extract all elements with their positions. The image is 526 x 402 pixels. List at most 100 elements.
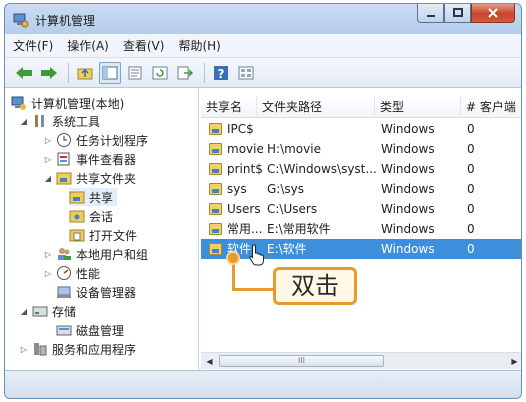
expanded-arrow-icon[interactable]: ◢ — [43, 174, 53, 183]
properties-icon[interactable] — [124, 62, 146, 84]
collapsed-arrow-icon[interactable]: ▷ — [43, 250, 53, 259]
column-header-share-name[interactable]: 共享名 — [201, 96, 257, 118]
up-folder-icon[interactable] — [74, 62, 96, 84]
tree-item-device-manager[interactable]: 设备管理器 — [56, 283, 136, 301]
event-viewer-icon — [56, 151, 72, 167]
view-icon[interactable] — [235, 62, 257, 84]
share-icon — [209, 123, 222, 135]
clients-cell: 0 — [467, 182, 475, 196]
computer-management-icon — [11, 95, 27, 111]
collapsed-arrow-icon[interactable]: ▷ — [19, 345, 29, 354]
menu-help[interactable]: 帮助(H) — [178, 37, 220, 54]
minimize-button[interactable] — [417, 4, 444, 23]
tree-item-shares[interactable]: 共享 — [69, 188, 118, 206]
tree-item-task-scheduler[interactable]: ▷ 任务计划程序 — [43, 131, 148, 149]
open-files-icon — [69, 227, 85, 243]
computer-management-icon — [13, 12, 29, 28]
device-manager-icon — [56, 284, 72, 300]
collapsed-arrow-icon[interactable]: ▷ — [43, 269, 53, 278]
clients-cell: 0 — [467, 222, 475, 236]
list-header: 共享名 文件夹路径 类型 # 客户端 — [201, 96, 521, 118]
tree-item-label: 设备管理器 — [76, 285, 137, 300]
table-row[interactable]: movie H:\movie Windows 0 — [201, 139, 521, 159]
forward-arrow-icon[interactable] — [38, 62, 60, 84]
folder-path-cell: E:\常用软件 — [267, 222, 331, 236]
content-area: 计算机管理(本地) ◢ 系统工具 ▷ 任务计划程序 ▷ 事件查看器 ◢ 共享文件… — [5, 88, 521, 370]
tree-item-open-files[interactable]: 打开文件 — [69, 226, 137, 244]
window-title: 计算机管理 — [35, 14, 96, 28]
folder-path-cell: H:\movie — [267, 142, 321, 156]
users-icon — [56, 246, 72, 262]
menu-view[interactable]: 查看(V) — [123, 37, 165, 54]
tree-item-system-tools[interactable]: ◢ 系统工具 — [19, 112, 100, 130]
scroll-thumb[interactable]: III — [219, 355, 384, 367]
export-icon[interactable] — [174, 62, 196, 84]
shares-list: 共享名 文件夹路径 类型 # 客户端 IPC$ Windows 0 movie … — [201, 88, 521, 370]
share-name-cell: movie — [227, 142, 263, 156]
share-icon — [69, 189, 85, 205]
share-name-cell: IPC$ — [227, 122, 254, 136]
help-icon[interactable]: ? — [210, 62, 232, 84]
type-cell: Windows — [381, 202, 435, 216]
clients-cell: 0 — [467, 202, 475, 216]
disk-icon — [56, 322, 72, 338]
collapsed-arrow-icon[interactable]: ▷ — [43, 136, 53, 145]
tree-item-label: 打开文件 — [89, 228, 138, 243]
show-tree-icon[interactable] — [99, 61, 121, 84]
column-header-folder-path[interactable]: 文件夹路径 — [257, 96, 375, 118]
tree-item-event-viewer[interactable]: ▷ 事件查看器 — [43, 150, 136, 168]
hand-cursor-icon — [249, 244, 264, 266]
folder-path-cell — [263, 119, 373, 139]
scroll-left-arrow-icon[interactable]: ◀ — [201, 353, 218, 370]
clients-cell: 0 — [467, 242, 475, 256]
folder-path-cell: G:\sys — [267, 182, 304, 196]
toolbar: ? — [5, 58, 521, 88]
tree-item-label: 事件查看器 — [76, 152, 137, 167]
type-cell: Windows — [381, 162, 435, 176]
tree-item-disk-management[interactable]: 磁盘管理 — [56, 321, 124, 339]
title-bar[interactable]: 计算机管理 — [5, 4, 521, 34]
expanded-arrow-icon[interactable]: ◢ — [19, 117, 29, 126]
tree-item-computer-management[interactable]: 计算机管理(本地) — [11, 94, 124, 112]
callout-label: 双击 — [273, 267, 357, 305]
tree-item-local-users-groups[interactable]: ▷ 本地用户和组 — [43, 245, 148, 263]
tree-item-label: 任务计划程序 — [76, 133, 149, 148]
tree-item-sessions[interactable]: 会话 — [69, 207, 113, 225]
folder-path-cell: E:\软件 — [267, 242, 307, 256]
table-row[interactable]: print$ C:\Windows\syst... Windows 0 — [201, 159, 521, 179]
menu-action[interactable]: 操作(A) — [67, 37, 109, 54]
tree-item-label: 本地用户和组 — [76, 247, 149, 262]
maximize-button[interactable] — [444, 4, 471, 23]
table-row[interactable]: IPC$ Windows 0 — [201, 119, 521, 139]
tree-item-services-applications[interactable]: ▷ 服务和应用程序 — [19, 340, 136, 358]
menu-file[interactable]: 文件(F) — [13, 37, 53, 54]
type-cell: Windows — [381, 122, 435, 136]
refresh-icon[interactable] — [149, 62, 171, 84]
tree-item-performance[interactable]: ▷ 性能 — [43, 264, 100, 282]
column-header-type[interactable]: 类型 — [375, 96, 461, 118]
share-name-cell: 常用... — [227, 222, 263, 236]
session-icon — [69, 208, 85, 224]
share-name-cell: sys — [227, 182, 247, 196]
folder-path-cell: C:\Users — [267, 202, 318, 216]
svg-text:?: ? — [218, 67, 225, 81]
clients-cell: 0 — [467, 142, 475, 156]
type-cell: Windows — [381, 142, 435, 156]
tree-item-label: 存储 — [52, 304, 77, 319]
table-row[interactable]: 常用... E:\常用软件 Windows 0 — [201, 219, 521, 239]
tree-item-label: 系统工具 — [52, 114, 101, 129]
horizontal-scrollbar[interactable]: ◀ III ▶ — [201, 352, 521, 370]
collapsed-arrow-icon[interactable]: ▷ — [43, 155, 53, 164]
close-button[interactable] — [471, 4, 515, 23]
table-row[interactable]: sys G:\sys Windows 0 — [201, 179, 521, 199]
folder-path-cell: C:\Windows\syst... — [267, 162, 377, 176]
table-row[interactable]: Users C:\Users Windows 0 — [201, 199, 521, 219]
column-header-clients[interactable]: # 客户端 — [461, 96, 521, 118]
expanded-arrow-icon[interactable]: ◢ — [19, 307, 29, 316]
scroll-right-arrow-icon[interactable]: ▶ — [506, 353, 521, 370]
tree-item-shared-folders[interactable]: ◢ 共享文件夹 — [43, 169, 136, 187]
callout-dot — [226, 251, 240, 265]
back-arrow-icon[interactable] — [13, 62, 35, 84]
tree-item-storage[interactable]: ◢ 存储 — [19, 302, 76, 320]
status-bar — [5, 370, 521, 398]
